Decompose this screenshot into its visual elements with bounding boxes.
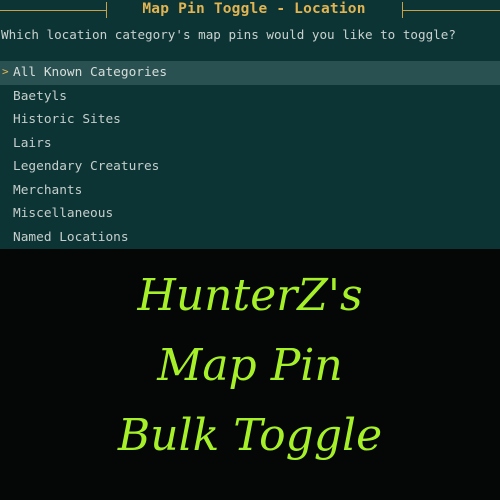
selection-cursor-icon: > [2, 65, 9, 78]
menu-prompt: Which location category's map pins would… [1, 27, 456, 42]
menu-item-named-locations[interactable]: Named Locations [0, 226, 500, 250]
menu-panel: Map Pin Toggle - Location Which location… [0, 0, 500, 249]
title-tick-left [106, 2, 107, 18]
title-rule-left [0, 10, 106, 11]
screen: Map Pin Toggle - Location Which location… [0, 0, 500, 500]
menu-item-historic-sites[interactable]: Historic Sites [0, 108, 500, 132]
menu-item-all-known-categories[interactable]: > All Known Categories [0, 61, 500, 85]
menu-item-label: Lairs [13, 135, 52, 151]
menu-item-label: Baetyls [13, 88, 67, 104]
menu-item-baetyls[interactable]: Baetyls [0, 85, 500, 109]
menu-item-label: Legendary Creatures [13, 159, 160, 174]
menu-item-miscellaneous[interactable]: Miscellaneous [0, 202, 500, 226]
banner-line-author: HunterZ's [137, 270, 363, 321]
banner-line-subject: Map Pin [157, 340, 343, 391]
menu-item-legendary-creatures[interactable]: Legendary Creatures [0, 155, 500, 179]
menu-list: > All Known Categories Baetyls Historic … [0, 61, 500, 249]
menu-item-lairs[interactable]: Lairs [0, 132, 500, 156]
mod-title-banner: HunterZ's Map Pin Bulk Toggle [0, 249, 500, 500]
menu-title-bar: Map Pin Toggle - Location [0, 0, 500, 22]
menu-item-label: Miscellaneous [13, 206, 114, 221]
menu-item-merchants[interactable]: Merchants [0, 179, 500, 203]
menu-item-label: All Known Categories [13, 65, 168, 80]
banner-line-action: Bulk Toggle [117, 410, 383, 461]
title-rule-right [402, 10, 500, 11]
menu-item-label: Merchants [13, 182, 83, 198]
menu-item-label: Historic Sites [13, 112, 121, 127]
menu-title: Map Pin Toggle - Location [142, 1, 366, 17]
menu-item-label: Named Locations [13, 229, 129, 245]
